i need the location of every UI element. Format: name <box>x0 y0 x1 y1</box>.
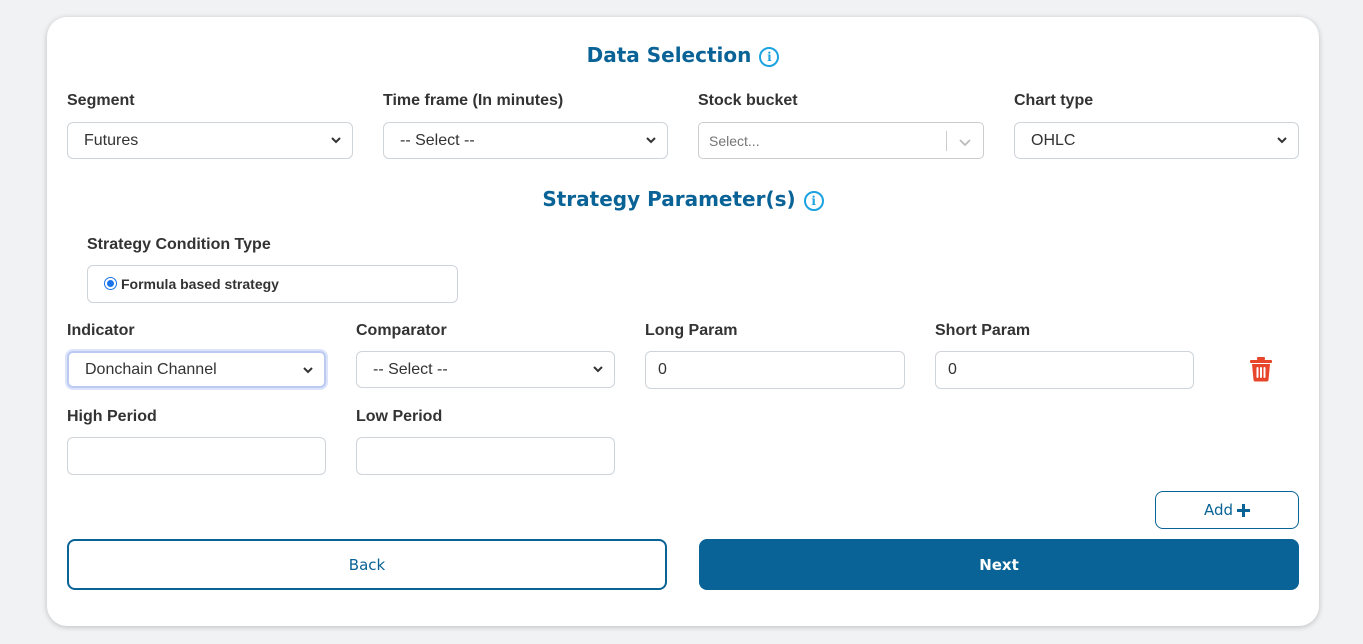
comparator-select[interactable]: -- Select -- <box>356 351 615 388</box>
chevron-down-icon <box>646 137 656 144</box>
low-period-input[interactable] <box>356 437 615 475</box>
next-button-label: Next <box>979 555 1019 574</box>
back-button-label: Back <box>348 555 386 574</box>
info-icon[interactable]: i <box>759 46 780 67</box>
chevron-down-icon <box>331 137 341 144</box>
low-period-label: Low Period <box>356 408 443 425</box>
segment-value: Futures <box>84 131 139 149</box>
chevron-down-icon <box>593 366 603 373</box>
comparator-value: -- Select -- <box>373 360 448 378</box>
stock-bucket-label: Stock bucket <box>698 92 798 109</box>
long-param-input[interactable]: 0 <box>645 351 905 389</box>
long-param-label: Long Param <box>645 322 738 339</box>
chart-type-label: Chart type <box>1014 92 1094 109</box>
chart-type-value: OHLC <box>1031 131 1076 149</box>
comparator-label: Comparator <box>356 322 447 339</box>
timeframe-select[interactable]: -- Select -- <box>383 122 668 159</box>
indicator-select[interactable]: Donchain Channel <box>67 351 326 388</box>
chevron-down-icon <box>303 367 313 374</box>
condition-type-label: Strategy Condition Type <box>87 236 271 253</box>
select-separator <box>946 131 947 151</box>
formula-strategy-label[interactable]: Formula based strategy <box>121 276 279 292</box>
formula-strategy-radio[interactable] <box>104 276 117 290</box>
stock-bucket-placeholder: Select... <box>709 132 760 149</box>
chevron-down-icon <box>959 139 971 147</box>
next-button[interactable]: Next <box>699 539 1299 590</box>
stock-bucket-select[interactable]: Select... <box>698 122 984 159</box>
high-period-label: High Period <box>67 408 157 425</box>
short-param-label: Short Param <box>935 322 1031 339</box>
short-param-input[interactable]: 0 <box>935 351 1194 389</box>
data-selection-title: Data Selection <box>586 43 752 67</box>
chevron-down-icon <box>1277 137 1287 144</box>
data-selection-header: Data Selection i <box>47 41 1319 69</box>
add-condition-button[interactable]: Add <box>1155 491 1299 529</box>
condition-type-options: Formula based strategy <box>87 265 458 303</box>
trash-icon[interactable] <box>1248 356 1274 382</box>
strategy-parameters-title: Strategy Parameter(s) <box>542 187 796 211</box>
info-icon[interactable]: i <box>803 190 824 211</box>
long-param-value: 0 <box>658 361 667 378</box>
strategy-form-card: Data Selection i Segment Futures Time fr… <box>47 17 1319 626</box>
back-button[interactable]: Back <box>67 539 667 590</box>
chart-type-select[interactable]: OHLC <box>1014 122 1299 159</box>
segment-select[interactable]: Futures <box>67 122 353 159</box>
short-param-value: 0 <box>948 361 957 378</box>
add-button-label: Add <box>1203 501 1234 519</box>
segment-label: Segment <box>67 92 135 109</box>
timeframe-label: Time frame (In minutes) <box>383 92 564 109</box>
plus-icon <box>1237 503 1251 517</box>
high-period-input[interactable] <box>67 437 326 475</box>
strategy-parameters-header: Strategy Parameter(s) i <box>47 185 1319 213</box>
timeframe-value: -- Select -- <box>400 131 475 149</box>
indicator-value: Donchain Channel <box>85 360 217 378</box>
indicator-label: Indicator <box>67 322 135 339</box>
